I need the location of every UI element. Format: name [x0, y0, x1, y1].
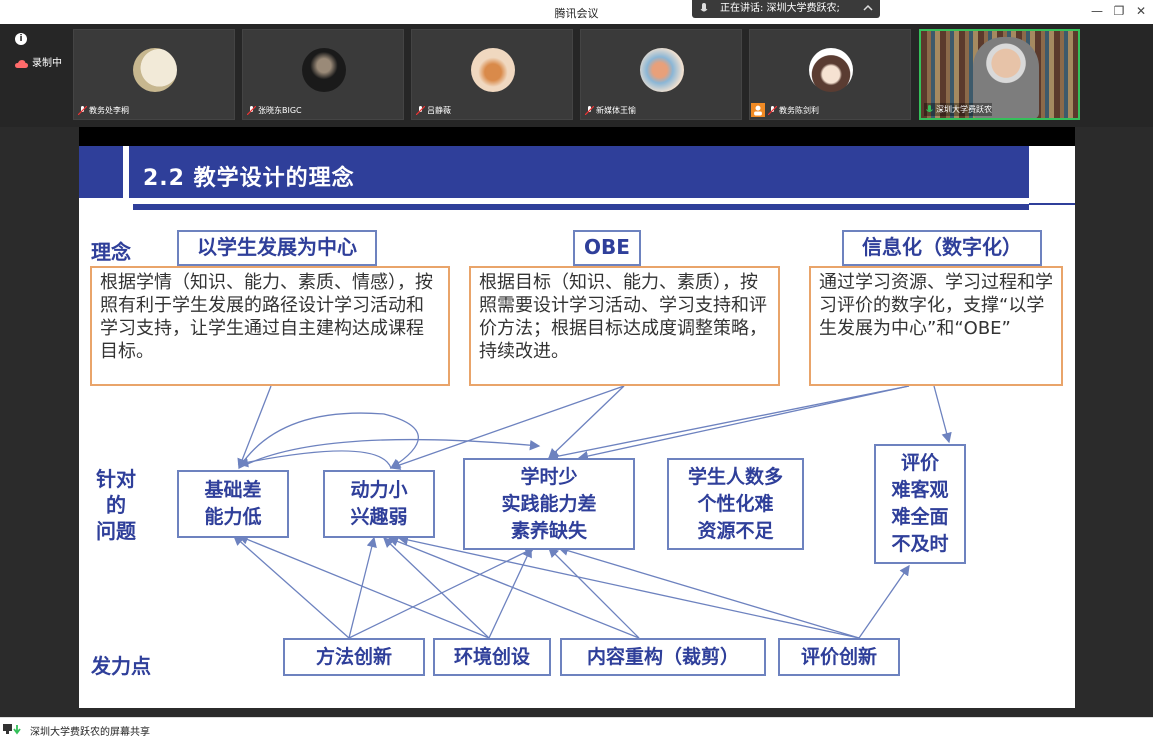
participant-tile-active[interactable]: 深圳大学费跃农: [919, 29, 1080, 120]
concept-text-obe: 根据目标（知识、能力、素质），按照需要设计学习活动、学习支持和评价方法；根据目标…: [469, 266, 780, 386]
mic-muted-icon: [768, 106, 777, 115]
row-label-levers: 发力点: [91, 654, 151, 678]
problem-box-class-size: 学生人数多 个性化难 资源不足: [667, 458, 804, 550]
screen-share-icon: [3, 724, 21, 735]
participant-tile[interactable]: 新媒体王愉: [580, 29, 742, 120]
participant-tile[interactable]: 张晓东BIGC: [242, 29, 404, 120]
avatar: [640, 48, 684, 92]
row-label-problems: 针对 的 问题: [96, 467, 136, 543]
problem-box-foundation: 基础差 能力低: [177, 470, 289, 538]
speaking-text: 正在讲话: 深圳大学费跃农;: [720, 3, 840, 14]
meeting-app: 腾讯会议 正在讲话: 深圳大学费跃农; — ❐ ✕ i 录制中 教务处李桐 张晓…: [0, 0, 1153, 740]
problem-box-hours: 学时少 实践能力差 素养缺失: [463, 458, 635, 550]
user-badge-icon: [751, 103, 765, 117]
participant-tile[interactable]: 教务处李桐: [73, 29, 235, 120]
participant-tile[interactable]: 吕静薇: [411, 29, 573, 120]
mic-active-icon: [926, 105, 933, 112]
close-button[interactable]: ✕: [1134, 4, 1148, 18]
cloud-icon: [15, 60, 28, 68]
problem-box-motivation: 动力小 兴趣弱: [323, 470, 435, 538]
concept-text-digitalization: 通过学习资源、学习过程和学习评价的数字化，支撑“以学生发展为中心”和“OBE”: [809, 266, 1063, 386]
recording-status[interactable]: 录制中: [15, 57, 62, 71]
participant-name: 吕静薇: [415, 104, 451, 117]
title-bar: 腾讯会议 正在讲话: 深圳大学费跃农; — ❐ ✕: [0, 0, 1153, 24]
avatar: [133, 48, 177, 92]
avatar: [471, 48, 515, 92]
mic-muted-icon: [247, 106, 256, 115]
concept-tag-student-centered: 以学生发展为中心: [177, 230, 377, 266]
recording-label: 录制中: [32, 58, 62, 69]
lever-box-evaluation: 评价创新: [778, 638, 900, 676]
mic-muted-icon: [416, 106, 425, 115]
share-owner-label: 深圳大学费跃农的屏幕共享: [30, 727, 150, 738]
concept-text-student-centered: 根据学情（知识、能力、素质、情感），按照有利于学生发展的路径设计学习活动和学习支…: [90, 266, 450, 386]
concept-tag-obe: OBE: [573, 230, 641, 266]
avatar: [302, 48, 346, 92]
participant-name: 张晓东BIGC: [246, 104, 302, 117]
participant-name: 新媒体王愉: [584, 104, 636, 117]
presentation-slide: 2.2 教学设计的理念 理念 针对 的 问题 发力点 以学生发展为中心 OBE …: [79, 146, 1075, 708]
share-footer: 深圳大学费跃农的屏幕共享: [0, 717, 1153, 740]
microphone-icon: [700, 3, 708, 12]
participant-tile[interactable]: 教务陈剑利: [749, 29, 911, 120]
lever-box-method: 方法创新: [283, 638, 425, 676]
mic-muted-icon: [585, 106, 594, 115]
speaking-indicator[interactable]: 正在讲话: 深圳大学费跃农;: [692, 0, 880, 18]
participant-name: 教务陈剑利: [751, 103, 819, 117]
concept-tag-digitalization: 信息化（数字化）: [842, 230, 1042, 266]
window-title: 腾讯会议: [554, 7, 599, 20]
avatar: [809, 48, 853, 92]
participant-name: 教务处李桐: [77, 104, 129, 117]
lever-box-environment: 环境创设: [433, 638, 551, 676]
collapse-arrow-icon[interactable]: [862, 3, 874, 15]
restore-button[interactable]: ❐: [1112, 4, 1126, 18]
lever-box-content: 内容重构（裁剪）: [560, 638, 766, 676]
mic-muted-icon: [78, 106, 87, 115]
info-icon[interactable]: i: [15, 33, 27, 45]
problem-box-evaluation: 评价 难客观 难全面 不及时: [874, 444, 966, 564]
participant-name: 深圳大学费跃农: [924, 103, 992, 116]
minimize-button[interactable]: —: [1090, 4, 1104, 18]
row-label-concept: 理念: [91, 240, 131, 264]
